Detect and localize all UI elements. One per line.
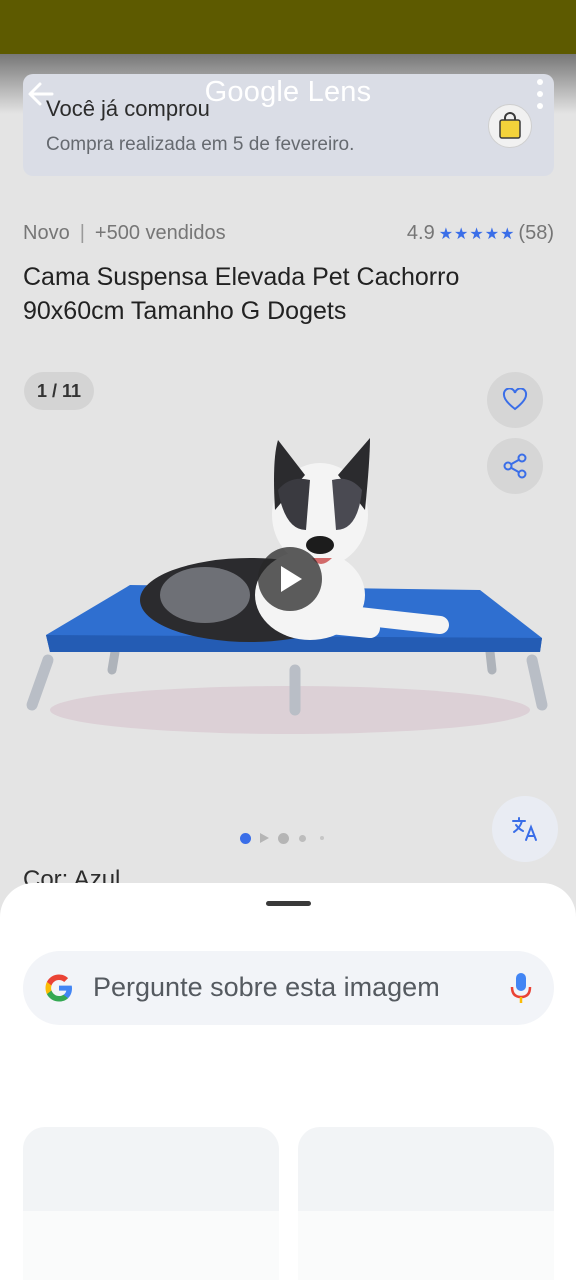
more-options-button[interactable]	[528, 76, 552, 112]
gallery-pagination	[238, 832, 338, 844]
star-icon: ★	[500, 225, 515, 243]
play-video-button[interactable]	[258, 547, 322, 611]
pagination-dot	[320, 836, 324, 840]
lens-title: Google Lens	[204, 76, 372, 108]
product-title: Cama Suspensa Elevada Pet Cachorro 90x60…	[23, 263, 460, 325]
rating-stars: ★ ★ ★ ★ ★	[439, 224, 515, 244]
google-g-icon	[45, 974, 72, 1002]
star-icon: ★	[438, 225, 454, 243]
status-bar	[0, 0, 576, 54]
search-bar[interactable]: Pergunte sobre esta imagem	[23, 951, 554, 1025]
rating-value: 4.9	[406, 222, 435, 244]
purchase-subtitle: Compra realizada em 5 de fevereiro.	[46, 134, 355, 155]
play-icon	[281, 566, 302, 592]
product-condition: Novo	[23, 222, 70, 244]
play-indicator-icon	[260, 833, 269, 843]
product-sold-count: +500 vendidos	[94, 222, 226, 244]
star-icon: ★	[484, 225, 500, 243]
mic-icon[interactable]	[510, 971, 532, 1005]
pagination-dot-active	[240, 833, 251, 844]
pagination-dot	[299, 835, 306, 842]
translate-button[interactable]	[492, 796, 558, 862]
product-meta: Novo | +500 vendidos 4.9 ★ ★ ★ ★ ★ (58)	[23, 222, 554, 248]
more-vert-icon	[537, 79, 543, 109]
sheet-fade	[0, 1211, 576, 1280]
star-icon: ★	[454, 225, 469, 243]
meta-divider: |	[79, 222, 85, 244]
lens-header: Google Lens	[0, 64, 576, 124]
gallery-counter: 1 / 11	[24, 372, 94, 410]
star-icon: ★	[469, 225, 484, 243]
pagination-dot	[278, 833, 289, 844]
sheet-drag-handle[interactable]	[266, 901, 311, 906]
translate-icon	[512, 817, 537, 841]
heart-icon	[502, 388, 528, 411]
lens-bottom-sheet: Pergunte sobre esta imagem	[0, 883, 576, 1280]
search-input[interactable]: Pergunte sobre esta imagem	[93, 972, 440, 1003]
product-status: Novo | +500 vendidos	[23, 222, 226, 245]
rating-count: (58)	[518, 222, 554, 244]
product-gallery[interactable]: 1 / 11	[0, 350, 576, 870]
product-rating[interactable]: 4.9 ★ ★ ★ ★ ★ (58)	[407, 222, 554, 245]
